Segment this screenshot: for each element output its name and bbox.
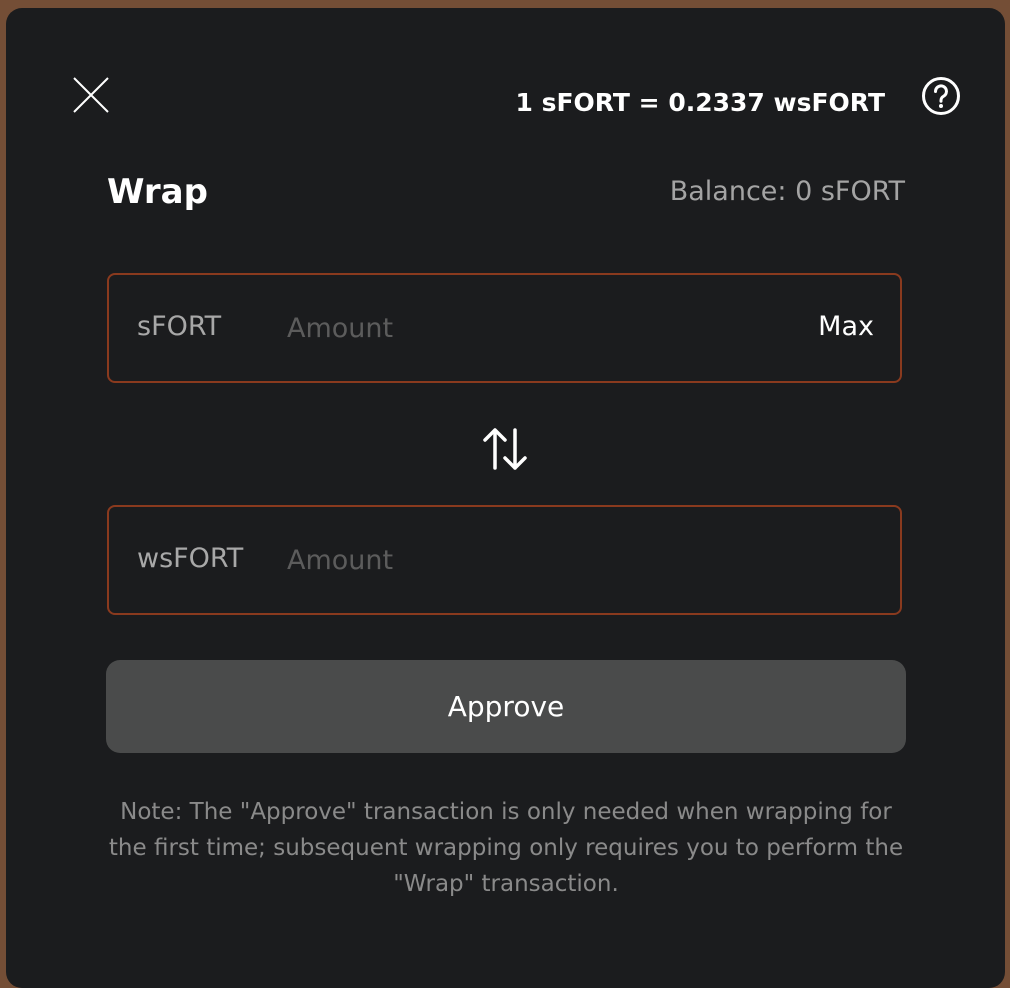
help-icon[interactable] xyxy=(921,76,961,116)
wsfort-amount-field: wsFORT xyxy=(107,505,902,615)
close-icon[interactable] xyxy=(72,76,110,114)
sfort-amount-input[interactable] xyxy=(287,303,767,353)
token-label: sFORT xyxy=(137,311,222,342)
approve-button[interactable]: Approve xyxy=(106,660,906,753)
swap-arrows-icon[interactable] xyxy=(480,424,530,474)
wsfort-amount-input[interactable] xyxy=(287,535,767,585)
wrap-modal: 1 sFORT = 0.2337 wsFORT Wrap Balance: 0 … xyxy=(6,8,1005,988)
exchange-rate: 1 sFORT = 0.2337 wsFORT xyxy=(515,88,885,117)
balance: Balance: 0 sFORT xyxy=(669,176,905,207)
modal-title: Wrap xyxy=(107,172,208,212)
token-label: wsFORT xyxy=(137,543,244,574)
approve-note: Note: The "Approve" transaction is only … xyxy=(108,799,904,897)
sfort-amount-field: sFORT Max xyxy=(107,273,902,383)
max-button[interactable]: Max xyxy=(818,311,874,342)
